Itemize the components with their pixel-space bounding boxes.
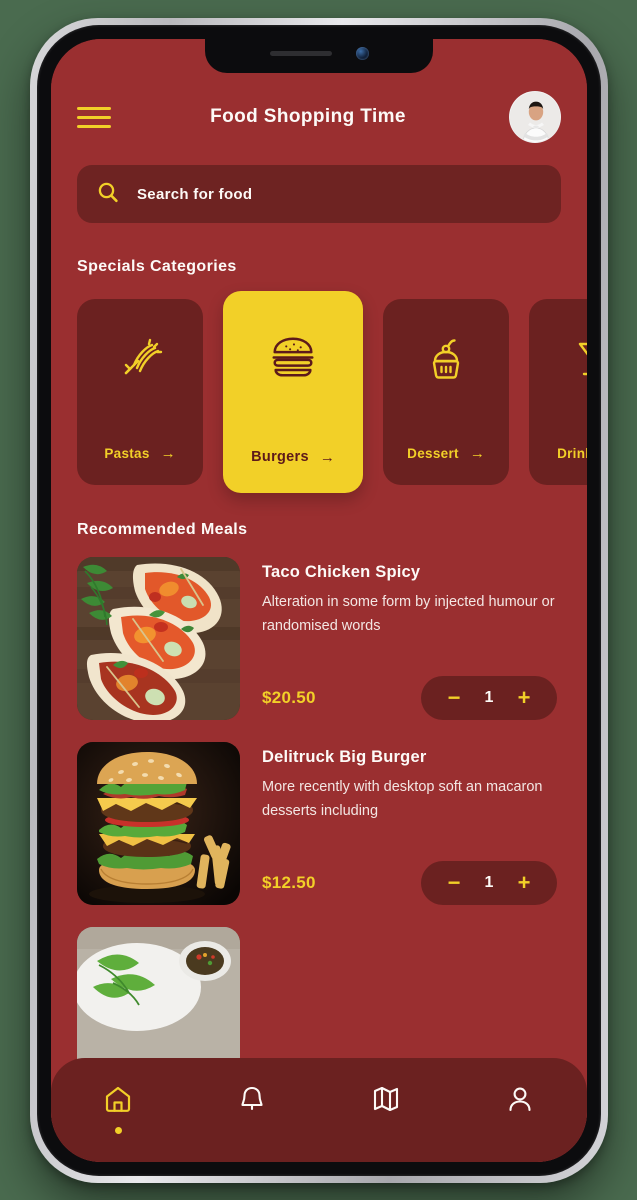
search-input[interactable] [137,185,541,203]
earpiece-speaker-icon [269,51,332,56]
hamburger-menu-icon[interactable] [77,106,111,128]
quantity-value: 1 [484,874,494,891]
meal-thumbnail[interactable] [77,742,240,905]
category-card-pastas[interactable]: Pastas → [77,299,203,485]
page-title: Food Shopping Time [210,106,406,127]
map-icon [371,1084,401,1119]
search-bar[interactable] [77,165,561,223]
phone-frame: Food Shopping Time Search for food Speci… [30,18,608,1183]
active-indicator-dot [114,1127,122,1134]
user-profile-icon [505,1084,535,1119]
meal-body: Delitruck Big Burger More recently with … [262,742,561,905]
categories-carousel[interactable]: Pastas → Burgers → Dessert → Drin [51,276,587,493]
meal-footer: $12.50 − 1 + [262,861,561,905]
nav-item-profile[interactable] [453,1084,587,1134]
category-footer: Dessert → [407,446,485,461]
arrow-right-icon: → [469,445,485,462]
meal-price: $20.50 [262,688,316,707]
category-footer: Pastas → [104,446,175,461]
meal-list: Taco Chicken Spicy Alteration in some fo… [51,539,587,1090]
category-label: Burgers [251,449,309,465]
bell-icon [237,1084,267,1119]
meal-name: Taco Chicken Spicy [262,563,421,581]
avatar[interactable] [509,91,561,143]
meal-item-taco-chicken-spicy[interactable]: Taco Chicken Spicy Alteration in some fo… [77,557,561,720]
search-icon [97,181,119,208]
quantity-value: 1 [484,689,494,706]
decrement-button[interactable]: − [443,687,465,709]
nav-item-map[interactable] [319,1084,453,1134]
meal-thumbnail[interactable] [77,557,240,720]
category-card-burgers[interactable]: Burgers → [223,291,363,493]
front-camera-icon [355,47,369,60]
specials-section-title: Specials Categories [77,258,237,275]
arrow-right-icon: → [160,445,176,462]
search-section [51,143,587,223]
burger-icon [267,331,319,383]
meal-footer: $20.50 − 1 + [262,676,561,720]
recommended-section-title: Recommended Meals [77,521,248,538]
meal-item-delitruck-big-burger[interactable]: Delitruck Big Burger More recently with … [77,742,561,905]
cocktail-glass-icon [566,333,587,385]
phone-bezel: Food Shopping Time Search for food Speci… [37,25,601,1176]
category-card-dessert[interactable]: Dessert → [383,299,509,485]
category-label: Dessert [407,446,459,461]
decrement-button[interactable]: − [443,872,465,894]
category-label: Pastas [104,446,150,461]
quantity-stepper[interactable]: − 1 + [421,676,557,720]
home-icon [103,1084,133,1119]
quantity-stepper[interactable]: − 1 + [421,861,557,905]
meal-body: Taco Chicken Spicy Alteration in some fo… [262,557,561,720]
nav-item-notifications[interactable] [185,1084,319,1134]
phone-notch [205,39,433,73]
pasta-fork-icon [114,333,166,385]
meal-price: $12.50 [262,873,316,892]
cupcake-icon [420,333,472,385]
category-footer: Drinks → [557,446,587,461]
arrow-right-icon: → [319,448,335,466]
category-footer: Burgers → [251,449,335,465]
meal-description: Alteration in some form by injected humo… [262,594,555,634]
increment-button[interactable]: + [513,687,535,709]
category-label: Drinks [557,446,587,461]
meal-description: More recently with desktop soft an macar… [262,779,543,819]
meal-name: Delitruck Big Burger [262,748,427,766]
category-card-drinks[interactable]: Drinks → [529,299,587,485]
app-scroll-area[interactable]: Food Shopping Time Search for food Speci… [51,39,587,1162]
nav-item-home[interactable] [51,1084,185,1134]
increment-button[interactable]: + [513,872,535,894]
food-app: Food Shopping Time Search for food Speci… [51,39,587,1162]
bottom-navigation-bar [51,1058,587,1162]
phone-screen: Food Shopping Time Search for food Speci… [51,39,587,1162]
